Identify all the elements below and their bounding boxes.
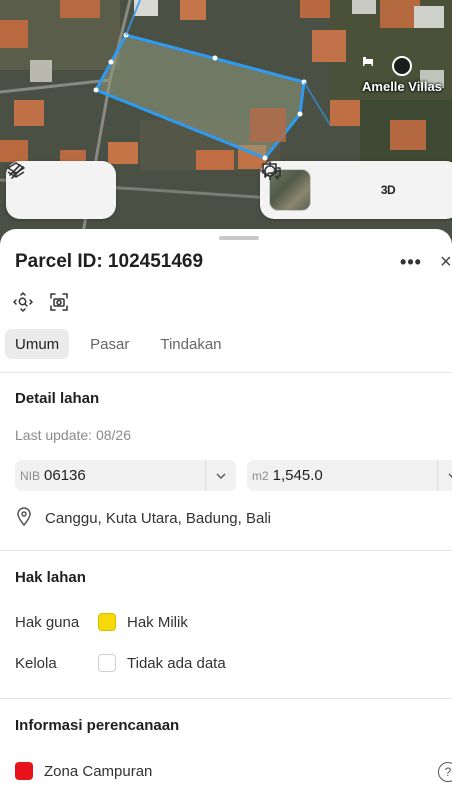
tab-umum[interactable]: Umum	[5, 329, 70, 359]
nib-field[interactable]: NIB 06136	[15, 460, 236, 491]
close-icon[interactable]: ×	[440, 250, 452, 274]
kelola-key: Kelola	[15, 654, 57, 672]
chat-icon[interactable]	[262, 163, 452, 209]
more-icon[interactable]: •••	[400, 250, 422, 274]
kelola-value: Tidak ada data	[127, 654, 226, 672]
divider	[0, 550, 452, 551]
3d-button[interactable]: 3D	[369, 171, 407, 209]
hak-milik-swatch	[98, 613, 116, 631]
tab-pasar[interactable]: Pasar	[80, 329, 139, 359]
parcel-sheet: Parcel ID: 102451469 ••• × Umum Pasar Ti…	[0, 229, 452, 804]
hak-guna-row: Hak guna Hak Milik	[15, 613, 188, 631]
satellite-map[interactable]: Amelle Villas 3D	[0, 0, 452, 250]
location-text: Canggu, Kuta Utara, Badung, Bali	[45, 510, 271, 527]
crosshair-icon[interactable]	[261, 162, 357, 209]
zone-swatch	[15, 762, 33, 780]
location-pin-icon	[15, 506, 33, 531]
map-tools-left	[6, 161, 116, 219]
zoom-to-icon[interactable]	[12, 291, 34, 313]
screenshot-icon[interactable]	[48, 291, 70, 313]
planning-section-title: Informasi perencanaan	[15, 717, 180, 734]
hak-guna-value: Hak Milik	[127, 613, 188, 631]
tab-bar: Umum Pasar Tindakan	[5, 329, 243, 359]
parcel-title: Parcel ID: 102451469	[15, 251, 204, 272]
zone-row: Zona Campuran	[15, 762, 152, 780]
chevron-down-icon[interactable]	[205, 460, 236, 491]
area-field[interactable]: m2 1,545.0	[247, 460, 452, 491]
area-unit-label: m2	[252, 468, 269, 483]
zone-value: Zona Campuran	[44, 762, 153, 780]
nib-value: 06136	[44, 467, 86, 484]
last-update: Last update: 08/26	[15, 427, 131, 443]
location-row: Canggu, Kuta Utara, Badung, Bali	[15, 506, 271, 531]
info-icon[interactable]: ?	[438, 762, 452, 782]
kelola-row: Kelola Tidak ada data	[15, 654, 226, 672]
3d-label: 3D	[380, 183, 396, 197]
chevron-down-icon[interactable]	[437, 460, 452, 491]
sheet-grabber[interactable]	[219, 236, 259, 240]
bed-icon	[363, 56, 412, 76]
title-row: Parcel ID: 102451469 ••• ×	[15, 250, 452, 274]
divider	[0, 372, 452, 373]
area-value: 1,545.0	[272, 467, 323, 484]
rights-section-title: Hak lahan	[15, 569, 86, 586]
map-tools-right: 3D	[260, 161, 452, 219]
no-data-swatch	[98, 654, 116, 672]
action-icons	[12, 291, 70, 313]
tab-tindakan[interactable]: Tindakan	[150, 329, 231, 359]
nib-label: NIB	[20, 468, 41, 483]
measure-icon[interactable]	[9, 164, 104, 209]
detail-section-title: Detail lahan	[15, 390, 100, 407]
poi-label: Amelle Villas	[362, 79, 442, 94]
poi-amelle-villas[interactable]: Amelle Villas	[362, 56, 442, 94]
divider	[0, 698, 452, 699]
hak-guna-key: Hak guna	[15, 613, 80, 631]
